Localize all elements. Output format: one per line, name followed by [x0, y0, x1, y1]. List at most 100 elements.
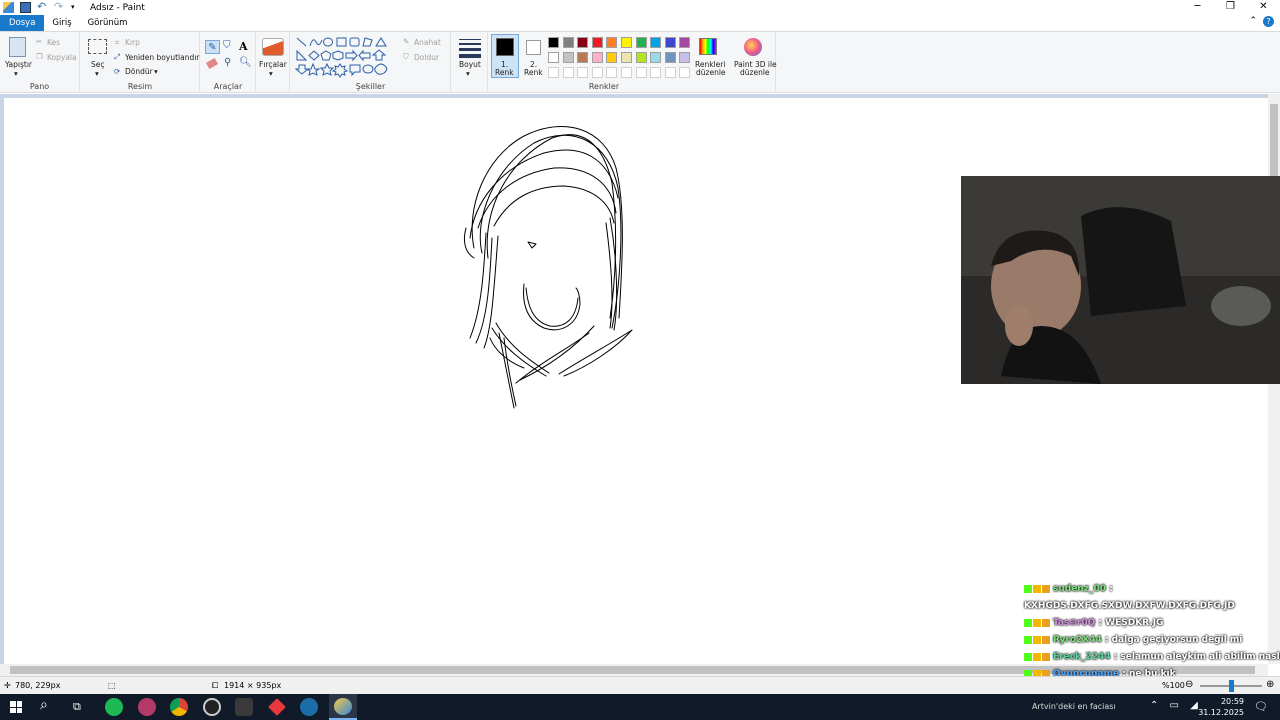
palette-swatch[interactable] [650, 52, 662, 63]
chat-username: Ereck_2244 [1053, 652, 1111, 662]
fill-shape-button[interactable]: Doldur [414, 53, 439, 62]
undo-icon[interactable]: ↶ [37, 1, 48, 13]
redo-icon[interactable]: ↷ [54, 1, 65, 13]
brushes-dropdown-icon[interactable]: ▾ [269, 69, 273, 78]
palette-swatch[interactable] [548, 37, 559, 48]
outline-button[interactable]: Anahat [414, 38, 441, 47]
palette-swatch[interactable] [591, 37, 603, 48]
rotate-dropdown-icon[interactable]: ▾ [154, 67, 158, 76]
resize-button[interactable]: Yeniden boyutlandır [125, 53, 199, 62]
tab-home[interactable]: Giriş [44, 15, 79, 31]
discord-icon[interactable] [138, 698, 156, 716]
palette-swatch[interactable] [650, 67, 662, 78]
search-icon[interactable]: ⌕ [40, 697, 48, 713]
paste-icon[interactable] [9, 37, 26, 57]
pencil-icon[interactable]: ✎ [205, 40, 220, 54]
palette-swatch[interactable] [650, 37, 662, 48]
palette-swatch[interactable] [606, 52, 618, 63]
palette-swatch[interactable] [635, 37, 647, 48]
text-icon[interactable]: A [239, 40, 248, 53]
select-button[interactable]: Seç [91, 60, 105, 69]
palette-swatch[interactable] [562, 67, 574, 78]
cut-button[interactable]: Kes [47, 38, 60, 47]
color2-swatch[interactable] [526, 40, 541, 55]
close-button[interactable]: ✕ [1247, 0, 1280, 15]
crop-button[interactable]: Kırp [125, 38, 140, 47]
chrome-icon[interactable] [170, 698, 188, 716]
color-picker-icon[interactable]: ⚲ [224, 57, 231, 68]
select-icon[interactable] [88, 39, 107, 54]
palette-swatch[interactable] [577, 37, 589, 48]
palette-swatch[interactable] [621, 37, 632, 48]
chat-badge-icon [1033, 584, 1041, 593]
zoom-in-icon[interactable]: ⊕ [1266, 679, 1274, 690]
palette-swatch[interactable] [621, 52, 632, 63]
paste-button[interactable]: Yapıştır [5, 60, 32, 69]
paint-taskbar-icon[interactable] [329, 694, 357, 720]
palette-swatch[interactable] [577, 52, 589, 63]
palette-swatch[interactable] [548, 52, 559, 63]
zoom-slider[interactable] [1200, 680, 1262, 692]
customize-quick-access-icon[interactable]: ▾ [71, 2, 82, 13]
riot-icon[interactable] [268, 698, 286, 716]
palette-swatch[interactable] [664, 37, 676, 48]
palette-swatch[interactable] [635, 67, 647, 78]
restore-button[interactable]: ❐ [1214, 0, 1247, 15]
tab-file[interactable]: Dosya [0, 15, 45, 31]
spotify-icon[interactable] [105, 698, 123, 716]
ribbon-tabs: Dosya Giriş Görünüm ⌃ ? [0, 15, 1280, 31]
chat-badge-icon [1024, 584, 1032, 593]
brushes-button[interactable]: Fırçalar [259, 60, 287, 69]
minimize-button[interactable]: ─ [1181, 0, 1214, 15]
size-icon[interactable] [459, 39, 481, 58]
palette-swatch[interactable] [591, 67, 603, 78]
game-app-icon[interactable] [235, 698, 253, 716]
brushes-icon[interactable] [262, 38, 284, 56]
palette-swatch[interactable] [562, 37, 574, 48]
select-dropdown-icon[interactable]: ▾ [95, 69, 99, 78]
magnifier-icon[interactable]: 🔍︎ [239, 57, 252, 68]
zoom-out-icon[interactable]: ⊖ [1185, 679, 1193, 690]
save-icon[interactable] [20, 2, 31, 13]
steam-icon[interactable] [300, 698, 318, 716]
edit-colors-icon[interactable] [699, 38, 717, 55]
chat-badge-icon [1024, 635, 1032, 644]
size-button[interactable]: Boyut [459, 60, 481, 69]
help-icon[interactable]: ? [1263, 16, 1274, 27]
paint3d-icon[interactable] [744, 38, 762, 56]
palette-swatch[interactable] [664, 67, 676, 78]
crop-icon: ⌗ [115, 38, 120, 47]
size-dropdown-icon[interactable]: ▾ [466, 69, 470, 78]
palette-swatch[interactable] [591, 52, 603, 63]
palette-swatch[interactable] [679, 37, 691, 48]
zoom-slider-thumb[interactable] [1229, 680, 1234, 692]
palette-swatch[interactable] [548, 67, 559, 78]
palette-swatch[interactable] [621, 67, 632, 78]
paste-dropdown-icon[interactable]: ▾ [14, 69, 18, 78]
shapes-gallery[interactable] [295, 36, 395, 80]
start-icon[interactable] [10, 701, 22, 713]
chat-text: : selamun aleykim ali abilim naslısın [1110, 652, 1280, 662]
copy-button[interactable]: Kopyala [47, 53, 77, 62]
chat-message: Ryro2X44 : dalga geçiyorsun değil mi [1024, 635, 1242, 645]
palette-swatch[interactable] [679, 67, 691, 78]
palette-swatch[interactable] [606, 67, 618, 78]
palette-swatch[interactable] [562, 52, 574, 63]
notification-icon[interactable]: 🗨︎ [1254, 700, 1268, 713]
clock[interactable]: 20:59 31.12.2025 [1198, 696, 1244, 718]
palette-swatch[interactable] [577, 67, 589, 78]
eraser-icon[interactable] [205, 57, 219, 70]
task-view-icon[interactable]: ⧉ [73, 700, 81, 714]
palette-swatch[interactable] [606, 37, 618, 48]
collapse-ribbon-icon[interactable]: ⌃ [1249, 16, 1257, 27]
brushes-group: Fırçalar ▾ [257, 32, 290, 92]
palette-swatch[interactable] [664, 52, 676, 63]
fill-icon[interactable]: ⛉ [223, 40, 231, 51]
tab-view[interactable]: Görünüm [80, 15, 136, 31]
palette-swatch[interactable] [635, 52, 647, 63]
system-tray-icons[interactable]: ⌃ ▭ ◢ [1150, 700, 1202, 711]
obs-icon[interactable] [203, 698, 221, 716]
chat-badge-icon [1024, 618, 1032, 627]
rotate-button[interactable]: Döndür [125, 67, 153, 76]
palette-swatch[interactable] [679, 52, 691, 63]
